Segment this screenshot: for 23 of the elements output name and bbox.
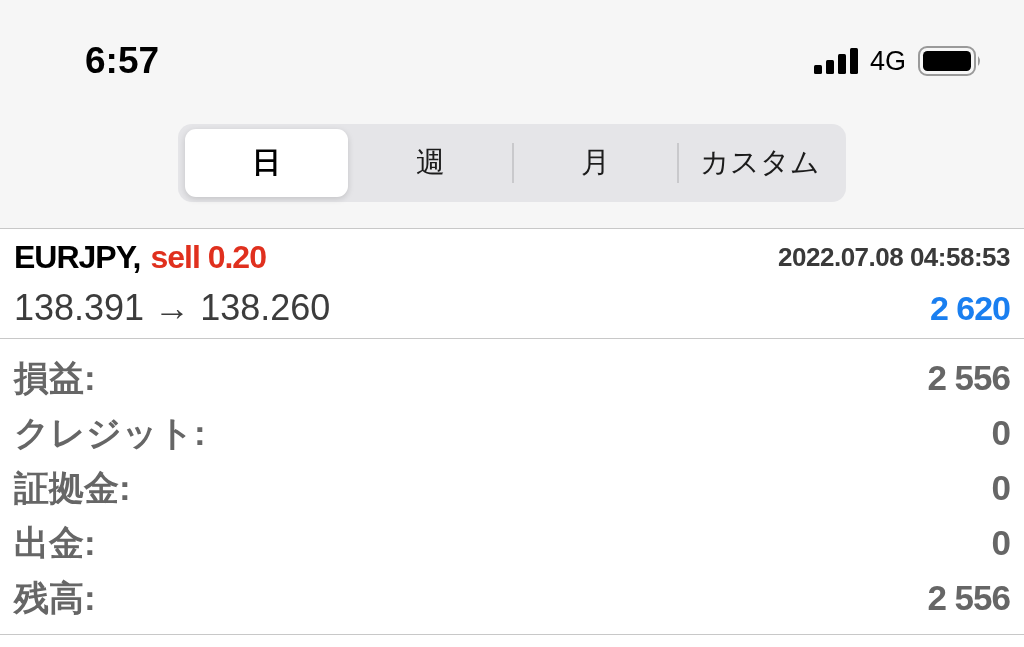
side-label: sell 0.20 xyxy=(150,238,266,277)
period-tab[interactable]: 月 xyxy=(514,129,677,197)
period-tab[interactable]: 週 xyxy=(349,129,512,197)
period-tab[interactable]: 日 xyxy=(185,129,348,197)
status-time: 6:57 xyxy=(85,42,160,79)
summary-label: クレジット: xyxy=(14,412,206,455)
summary-label: 損益: xyxy=(14,357,96,400)
period-tab[interactable]: カスタム xyxy=(678,129,841,197)
trade-time: 2022.07.08 04:58:53 xyxy=(778,240,1010,274)
summary-value: 2 556 xyxy=(927,357,1010,400)
summary-value: 0 xyxy=(991,522,1010,565)
summary-label: 出金: xyxy=(14,522,96,565)
summary-value: 0 xyxy=(991,467,1010,510)
network-label: 4G xyxy=(869,47,906,75)
summary-value: 2 556 xyxy=(927,577,1010,620)
symbol-label: EURJPY, xyxy=(14,238,141,277)
profit-value: 2 620 xyxy=(929,287,1010,329)
summary-value: 0 xyxy=(991,412,1010,455)
summary-label: 残高: xyxy=(14,577,96,620)
battery-icon xyxy=(918,46,982,76)
price-change: 138.391 → 138.260 xyxy=(14,286,331,330)
summary-label: 証拠金: xyxy=(14,467,131,510)
signal-icon xyxy=(813,48,858,74)
